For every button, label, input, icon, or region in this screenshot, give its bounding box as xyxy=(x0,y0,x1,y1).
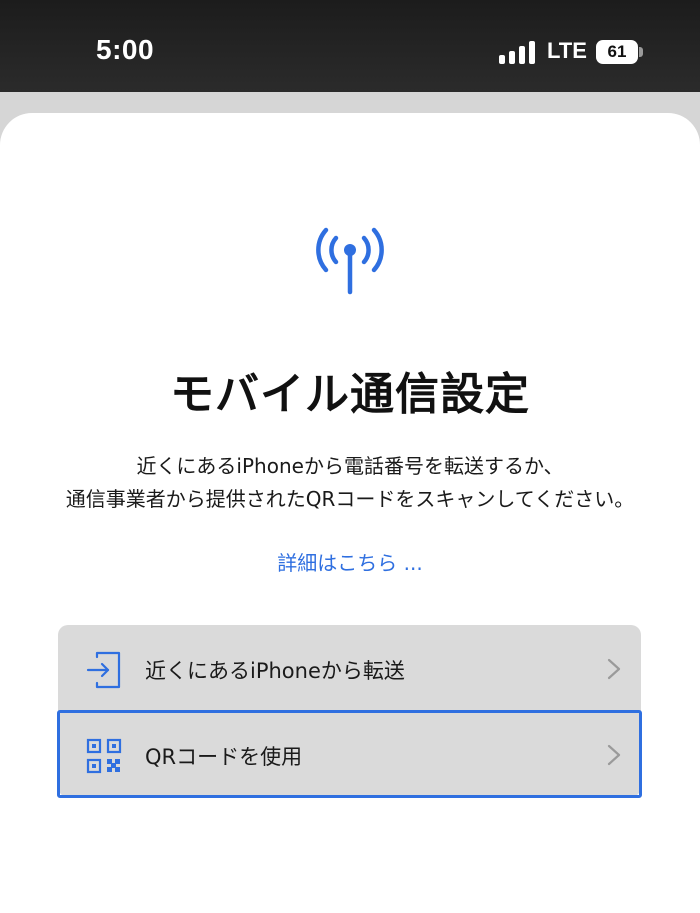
learn-more-link[interactable]: 詳細はこちら ... xyxy=(0,547,700,576)
transfer-option-label: 近くにあるiPhoneから転送 xyxy=(145,659,405,683)
description: 近くにあるiPhoneから電話番号を転送するか、 通信事業者から提供されたQRコ… xyxy=(20,450,680,516)
description-line-2: 通信事業者から提供されたQRコードをスキャンしてください。 xyxy=(65,487,635,511)
antenna-icon xyxy=(316,227,384,295)
use-qr-code-option[interactable]: QRコードを使用 xyxy=(57,710,642,798)
transfer-icon xyxy=(86,651,121,689)
qr-option-label: QRコードを使用 xyxy=(145,745,303,769)
page-title: モバイル通信設定 xyxy=(170,369,530,420)
chevron-right-icon xyxy=(607,658,621,680)
battery-cap xyxy=(639,47,643,57)
battery-icon: 61 xyxy=(596,40,638,64)
transfer-from-iphone-option[interactable]: 近くにあるiPhoneから転送 xyxy=(58,625,641,711)
options-list: 近くにあるiPhoneから転送 QRコードを使用 xyxy=(57,625,642,798)
chevron-right-icon xyxy=(607,744,621,766)
network-type: LTE xyxy=(547,38,587,63)
description-line-1: 近くにあるiPhoneから電話番号を転送するか、 xyxy=(136,454,564,478)
status-time: 5:00 xyxy=(96,34,155,65)
status-bar: 5:00 LTE 61 xyxy=(0,0,700,92)
qr-code-icon xyxy=(86,738,122,774)
cellular-signal-icon xyxy=(499,40,537,64)
